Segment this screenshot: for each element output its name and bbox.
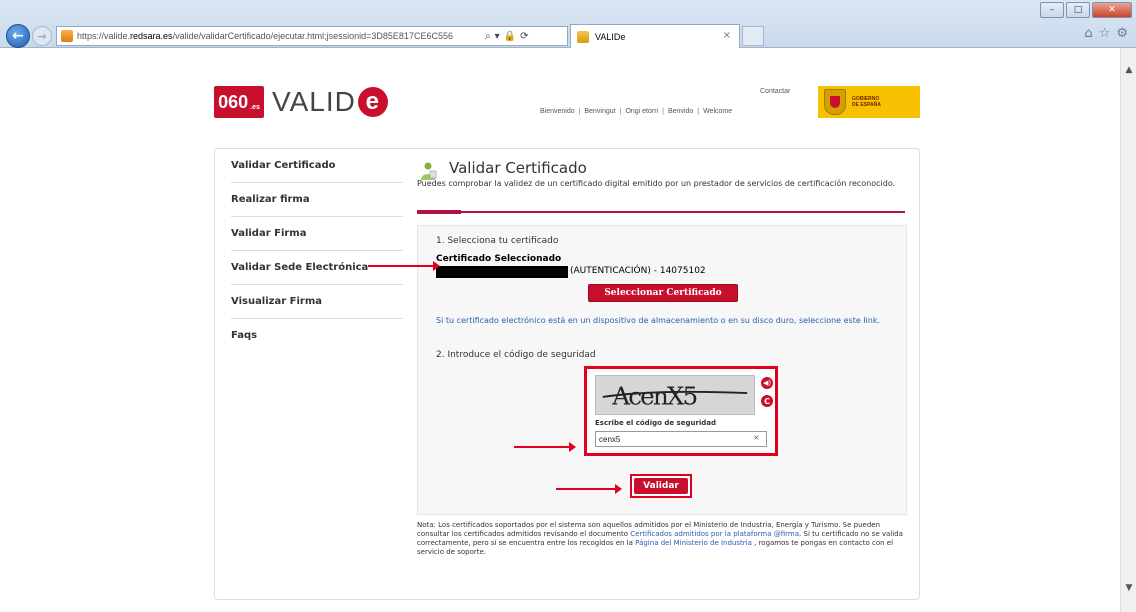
content-box: Validar Certificado Realizar firma Valid… xyxy=(214,148,920,600)
cert-name: (AUTENTICACIÓN) - 14075102 xyxy=(570,266,706,276)
forward-arrow-icon: → xyxy=(37,29,47,43)
lang-link-eu[interactable]: Ongi etorri xyxy=(625,108,658,115)
back-arrow-icon: ← xyxy=(12,28,24,44)
cert-selected-label: Certificado Seleccionado xyxy=(436,254,562,264)
scroll-down-icon[interactable]: ▼ xyxy=(1121,580,1136,596)
lang-link-en[interactable]: Welcome xyxy=(703,108,732,115)
logo-valide[interactable]: VALID e xyxy=(272,86,388,118)
captcha-refresh-icon[interactable]: C xyxy=(761,395,773,407)
lock-icon[interactable]: 🔒 xyxy=(504,31,516,42)
new-tab-button[interactable] xyxy=(742,26,764,46)
forward-button[interactable]: → xyxy=(32,26,52,46)
validation-form: 1. Selecciona tu certificado Certificado… xyxy=(417,225,907,515)
language-bar: Bienvenido | Benvingut | Ongi etorri | B… xyxy=(540,108,733,115)
clear-input-icon[interactable]: × xyxy=(753,433,760,442)
settings-gear-icon[interactable]: ⚙ xyxy=(1116,26,1128,41)
tab-close-icon[interactable]: × xyxy=(723,30,731,41)
annotation-arrow-cert xyxy=(368,261,440,271)
gobierno-de-espana-logo[interactable]: GOBIERNO DE ESPAÑA xyxy=(818,86,920,118)
favorites-star-icon[interactable]: ☆ xyxy=(1099,26,1111,41)
close-window-button[interactable]: ✕ xyxy=(1092,2,1132,18)
sidebar-item-visualizar-firma[interactable]: Visualizar Firma xyxy=(231,285,403,319)
select-certificate-button[interactable]: Seleccionar Certificado xyxy=(588,284,738,302)
minimize-button[interactable]: – xyxy=(1040,2,1064,18)
browser-chrome: ← → https://valide.redsara.es/valide/val… xyxy=(0,0,1136,48)
ministerio-industria-link[interactable]: Página del Ministerio de Industria xyxy=(635,539,752,547)
captcha-box: AcenX5 ◀) C Escribe el código de segurid… xyxy=(584,366,778,456)
web-page: 060 .es VALID e Contactar Bienvenido | Ben… xyxy=(0,48,1120,612)
vertical-scrollbar[interactable]: ▲ ▼ xyxy=(1120,48,1136,612)
browser-toolbar-icons: ⌂ ☆ ⚙ xyxy=(1084,26,1128,41)
captcha-input[interactable] xyxy=(595,431,767,447)
address-bar[interactable]: https://valide.redsara.es/valide/validar… xyxy=(56,26,568,46)
home-icon[interactable]: ⌂ xyxy=(1084,26,1092,41)
sidebar-item-faqs[interactable]: Faqs xyxy=(231,319,403,353)
validar-highlight: Validar xyxy=(630,474,692,498)
note-text: Nota: Los certificados soportados por el… xyxy=(417,521,903,556)
certificados-admitidos-link[interactable]: Certificados admitidos por la plataforma… xyxy=(630,530,799,538)
coat-of-arms-icon xyxy=(824,89,846,115)
redacted-cert-owner xyxy=(436,266,568,278)
back-button[interactable]: ← xyxy=(6,24,30,48)
search-icon[interactable]: ⌕ xyxy=(485,31,491,42)
scroll-up-icon[interactable]: ▲ xyxy=(1121,62,1136,78)
annotation-arrow-captcha xyxy=(514,442,576,452)
captcha-image: AcenX5 xyxy=(595,375,755,415)
window-controls: – □ ✕ xyxy=(1040,2,1132,18)
certificate-person-icon xyxy=(421,162,437,180)
contact-link[interactable]: Contactar xyxy=(760,88,790,95)
intro-text: Puedes comprobar la validez de un certif… xyxy=(417,179,896,188)
annotation-arrow-validar xyxy=(556,484,622,494)
captcha-label: Escribe el código de seguridad xyxy=(595,419,717,427)
refresh-icon[interactable]: ⟳ xyxy=(520,31,528,42)
storage-device-link[interactable]: Si tu certificado electrónico está en un… xyxy=(436,316,896,326)
sidebar-item-validar-certificado[interactable]: Validar Certificado xyxy=(231,149,403,183)
tab-title: VALIDe xyxy=(595,31,626,42)
tab-favicon-icon xyxy=(577,30,589,43)
sidebar-item-realizar-firma[interactable]: Realizar firma xyxy=(231,183,403,217)
main-content: Validar Certificado Puedes comprobar la … xyxy=(409,149,919,599)
title-divider xyxy=(417,210,905,214)
step2-label: 2. Introduce el código de seguridad xyxy=(436,350,596,360)
logo-060[interactable]: 060 .es xyxy=(214,86,264,118)
sidebar-item-validar-sede[interactable]: Validar Sede Electrónica xyxy=(231,251,403,285)
maximize-button[interactable]: □ xyxy=(1066,2,1090,18)
step1-label: 1. Selecciona tu certificado xyxy=(436,236,559,246)
site-favicon-icon xyxy=(61,30,73,42)
svg-text:AcenX5: AcenX5 xyxy=(611,382,696,411)
lang-link-es[interactable]: Bienvenido xyxy=(540,108,575,115)
sidebar-item-validar-firma[interactable]: Validar Firma xyxy=(231,217,403,251)
browser-tab[interactable]: VALIDe × xyxy=(570,24,740,48)
dropdown-icon[interactable]: ▾ xyxy=(495,31,500,42)
validar-button[interactable]: Validar xyxy=(634,478,688,494)
lang-link-ca[interactable]: Benvingut xyxy=(584,108,615,115)
page-title: Validar Certificado xyxy=(449,159,587,177)
lang-link-gl[interactable]: Benvido xyxy=(668,108,693,115)
url-text: https://valide.redsara.es/valide/validar… xyxy=(77,31,453,41)
captcha-audio-icon[interactable]: ◀) xyxy=(761,377,773,389)
